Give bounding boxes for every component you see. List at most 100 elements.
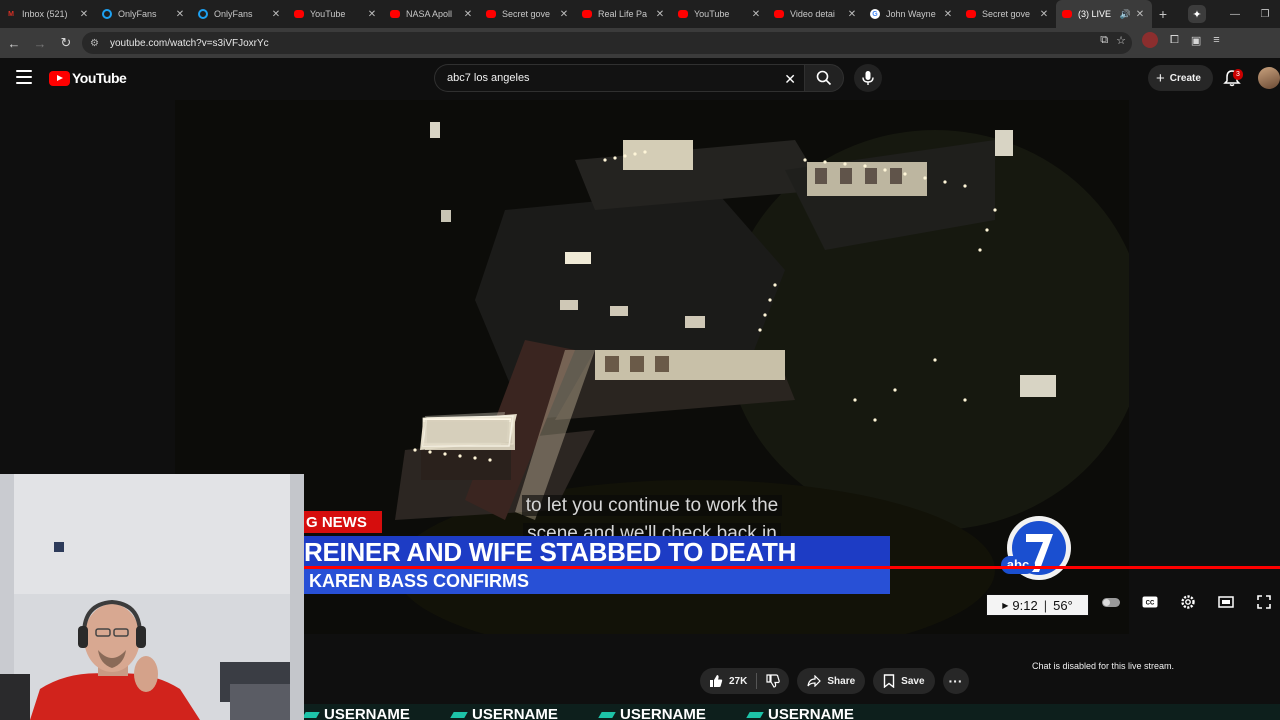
browser-tab-label: OnlyFans — [118, 9, 157, 19]
fullscreen-icon[interactable] — [1254, 592, 1274, 612]
create-label: Create — [1169, 72, 1201, 84]
youtube-icon — [966, 10, 976, 18]
streamer-webcam-image — [0, 474, 304, 720]
thumbs-up-icon — [710, 675, 723, 687]
save-label: Save — [901, 675, 925, 687]
autoplay-toggle[interactable] — [1102, 598, 1120, 607]
browser-tab[interactable]: Real Life Pa ✕ — [576, 0, 672, 28]
forward-arrow-icon[interactable]: → — [28, 36, 52, 51]
account-avatar[interactable] — [1258, 67, 1280, 89]
share-button[interactable]: Share — [797, 668, 866, 694]
browser-toolbar-right: ⧠ ▣ ≡ — [1142, 32, 1220, 48]
close-tab-icon[interactable]: ✕ — [78, 9, 90, 20]
news-lower-third: G NEWS REINER AND WIFE STABBED TO DEATH … — [304, 511, 890, 597]
theater-mode-icon[interactable] — [1216, 592, 1236, 612]
browser-tab-label: YouTube — [310, 9, 346, 19]
close-tab-icon[interactable]: ✕ — [846, 9, 858, 20]
chat-disabled-message: Chat is disabled for this live stream. — [1032, 661, 1175, 671]
browser-tab[interactable]: YouTube ✕ — [672, 0, 768, 28]
search-input[interactable]: abc7 los angeles ✕ — [434, 64, 804, 92]
webcam-overlay — [0, 474, 304, 720]
dislike-button[interactable] — [757, 668, 789, 694]
omnibox-actions: ⧉ ☆ — [1100, 34, 1126, 47]
like-button[interactable]: 27K — [700, 668, 756, 694]
thumbs-down-icon — [766, 674, 781, 688]
news-headline: REINER AND WIFE STABBED TO DEATH — [304, 536, 890, 568]
browser-tab-label: Secret gove — [982, 9, 1031, 19]
new-tab-button[interactable]: + — [1152, 6, 1174, 22]
player-controls: ▶ 9:12 | 56° CC — [304, 590, 1280, 616]
temperature-readout: 56° — [1053, 597, 1073, 613]
gmail-icon: M — [8, 10, 14, 18]
create-button[interactable]: + Create — [1148, 65, 1213, 91]
microphone-icon — [862, 71, 874, 85]
close-tab-icon[interactable]: ✕ — [654, 9, 666, 20]
reload-icon[interactable]: ↻ — [54, 35, 78, 51]
save-button[interactable]: Save — [873, 668, 935, 694]
close-tab-icon[interactable]: ✕ — [942, 9, 954, 20]
tab-audio-icon[interactable]: 🔊 — [1120, 9, 1131, 20]
share-label: Share — [827, 675, 856, 687]
live-progress-bar[interactable] — [304, 566, 1280, 569]
browser-tab-label: Video detai — [790, 9, 835, 19]
menu-icon[interactable] — [16, 70, 32, 84]
youtube-icon — [1062, 10, 1072, 18]
captions-icon[interactable]: CC — [1140, 592, 1160, 612]
browser-tab[interactable]: Secret gove ✕ — [480, 0, 576, 28]
site-info-icon[interactable]: ⚙ — [90, 38, 104, 49]
youtube-header: YouTube abc7 los angeles ✕ + Create — [0, 58, 1280, 100]
youtube-logo[interactable]: YouTube — [49, 70, 127, 86]
close-tab-icon[interactable]: ✕ — [462, 9, 474, 20]
browser-tab[interactable]: G John Wayne ✕ — [864, 0, 960, 28]
browser-tab[interactable]: Secret gove ✕ — [960, 0, 1056, 28]
browser-tab-label: (3) LIVE — [1078, 9, 1112, 19]
settings-gear-icon[interactable] — [1178, 592, 1198, 612]
back-arrow-icon[interactable]: ← — [2, 36, 26, 51]
stream-username-ticker: USERNAME USERNAME USERNAME USERNAME — [304, 704, 1280, 720]
close-tab-icon[interactable]: ✕ — [1038, 9, 1050, 20]
restore-icon[interactable]: ❐ — [1250, 9, 1280, 20]
browser-tab[interactable]: NASA Apoll ✕ — [384, 0, 480, 28]
browser-tab[interactable]: M Inbox (521) ✕ — [0, 0, 96, 28]
browser-tab[interactable]: YouTube ✕ — [288, 0, 384, 28]
gemini-sparkle-icon[interactable]: ✦ — [1188, 5, 1206, 23]
breaking-news-tag: G NEWS — [304, 511, 382, 533]
browser-tab[interactable]: OnlyFans ✕ — [192, 0, 288, 28]
browser-tab[interactable]: (3) LIVE 🔊 ✕ — [1056, 0, 1152, 28]
split-view-icon[interactable]: ▣ — [1191, 34, 1201, 47]
video-player[interactable]: to let you continue to work the scene an… — [175, 100, 1129, 634]
clear-search-icon[interactable]: ✕ — [784, 71, 796, 88]
minimize-icon[interactable]: — — [1220, 9, 1250, 20]
youtube-play-icon — [49, 70, 70, 86]
browser-tab-label: NASA Apoll — [406, 9, 453, 19]
close-tab-icon[interactable]: ✕ — [1134, 9, 1146, 20]
youtube-logo-text: YouTube — [72, 70, 127, 86]
close-tab-icon[interactable]: ✕ — [366, 9, 378, 20]
abc-wordmark: abc — [1007, 557, 1029, 572]
extensions-puzzle-icon[interactable]: ⧠ — [1170, 34, 1179, 47]
close-tab-icon[interactable]: ✕ — [750, 9, 762, 20]
onlyfans-icon — [102, 9, 112, 19]
bookmark-star-icon[interactable]: ☆ — [1116, 34, 1126, 47]
browser-tab[interactable]: OnlyFans ✕ — [96, 0, 192, 28]
bookmark-icon — [883, 674, 895, 688]
close-tab-icon[interactable]: ✕ — [174, 9, 186, 20]
voice-search-button[interactable] — [854, 64, 882, 92]
svg-text:CC: CC — [1146, 601, 1155, 607]
extension-icon[interactable] — [1142, 32, 1158, 48]
close-tab-icon[interactable]: ✕ — [270, 9, 282, 20]
browser-tab-label: John Wayne — [886, 9, 936, 19]
close-tab-icon[interactable]: ✕ — [558, 9, 570, 20]
plus-icon: + — [1156, 69, 1165, 87]
install-app-icon[interactable]: ⧉ — [1100, 34, 1108, 47]
time-readout: 9:12 — [1012, 597, 1038, 613]
url-bar[interactable]: ⚙ youtube.com/watch?v=s3iVFJoxrYc ⧉ ☆ — [82, 32, 1132, 54]
browser-tab-label: Secret gove — [502, 9, 551, 19]
reading-list-icon[interactable]: ≡ — [1213, 34, 1219, 46]
browser-tab-label: OnlyFans — [214, 9, 253, 19]
browser-tab[interactable]: Video detai ✕ — [768, 0, 864, 28]
username-label: USERNAME — [746, 706, 854, 720]
more-actions-icon[interactable]: ··· — [942, 668, 969, 694]
search-button[interactable] — [804, 64, 844, 92]
tab-list: M Inbox (521) ✕ OnlyFans ✕ OnlyFans ✕ YouTube ✕ N… — [0, 0, 1152, 28]
